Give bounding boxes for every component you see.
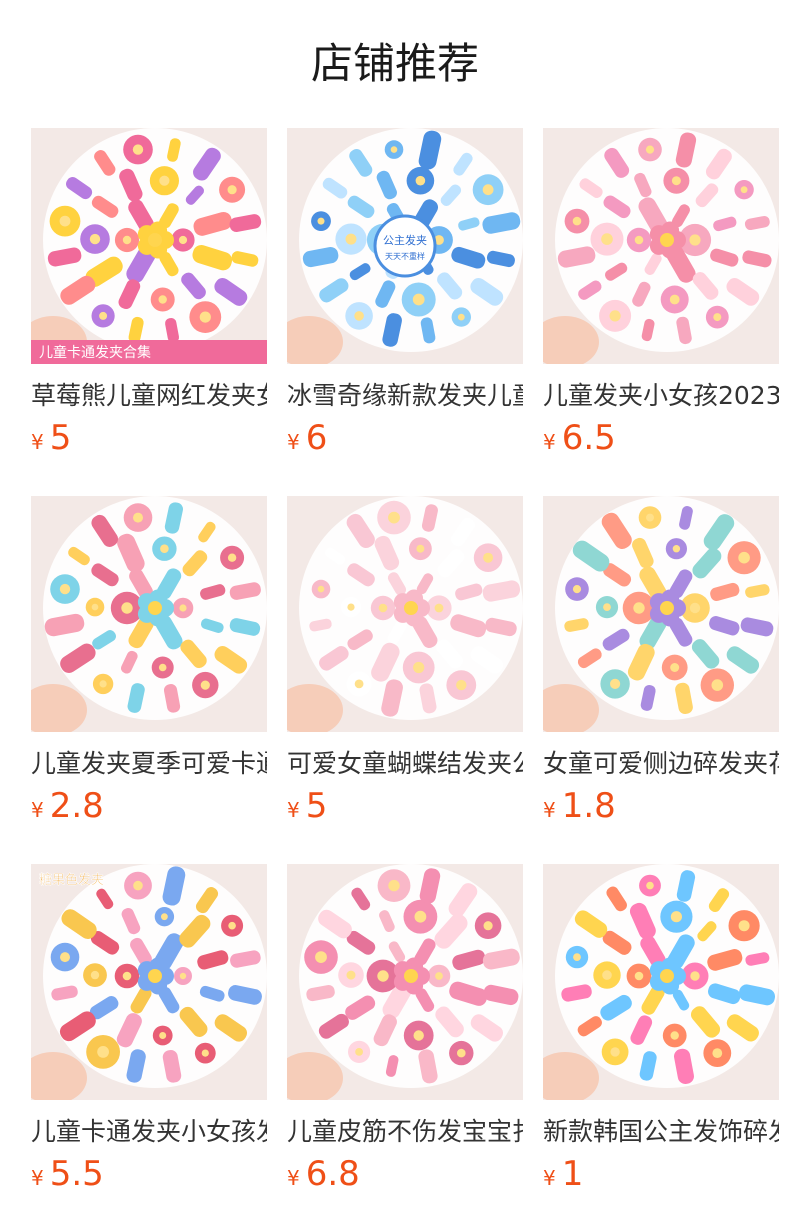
product-price: ¥2.8 bbox=[31, 784, 104, 828]
price-amount: 1 bbox=[561, 1154, 584, 1194]
currency-symbol: ¥ bbox=[31, 430, 44, 454]
product-card[interactable]: 公主发夹天天不重样 冰雪奇缘新款发夹儿童公主 ¥6 bbox=[287, 128, 523, 468]
product-image[interactable] bbox=[287, 496, 523, 732]
product-image-graphic bbox=[287, 496, 523, 732]
product-card[interactable]: 可爱女童蝴蝶结发夹公主 ¥5 bbox=[287, 496, 523, 836]
product-image-graphic bbox=[31, 496, 267, 732]
product-image[interactable]: 儿童卡通发夹合集 bbox=[31, 128, 267, 364]
svg-text:儿童卡通发夹合集: 儿童卡通发夹合集 bbox=[39, 344, 151, 361]
currency-symbol: ¥ bbox=[543, 798, 556, 822]
product-image-graphic bbox=[287, 864, 523, 1100]
product-price: ¥6.8 bbox=[287, 1152, 360, 1196]
product-price: ¥6.5 bbox=[543, 416, 616, 460]
product-title[interactable]: 可爱女童蝴蝶结发夹公主 bbox=[287, 746, 523, 782]
product-title[interactable]: 草莓熊儿童网红发夹女童卡通 bbox=[31, 378, 267, 414]
price-amount: 2.8 bbox=[49, 786, 104, 826]
product-title[interactable]: 儿童发夹夏季可爱卡通碎发夹 bbox=[31, 746, 267, 782]
svg-text:公主发夹: 公主发夹 bbox=[383, 233, 427, 247]
product-price: ¥1 bbox=[543, 1152, 583, 1196]
product-image-graphic bbox=[543, 496, 779, 732]
currency-symbol: ¥ bbox=[31, 1166, 44, 1190]
product-title[interactable]: 儿童卡通发夹小女孩发饰 bbox=[31, 1114, 267, 1150]
product-card[interactable]: 儿童发夹小女孩2023新款 ¥6.5 bbox=[543, 128, 779, 468]
product-title[interactable]: 儿童发夹小女孩2023新款 bbox=[543, 378, 779, 414]
product-image-graphic: 糖果色发夹 bbox=[31, 864, 267, 1100]
product-price: ¥5 bbox=[31, 416, 71, 460]
page-title: 店铺推荐 bbox=[310, 39, 479, 88]
price-amount: 5 bbox=[305, 786, 328, 826]
currency-symbol: ¥ bbox=[287, 1166, 300, 1190]
price-amount: 6.8 bbox=[305, 1154, 360, 1194]
svg-text:糖果色发夹: 糖果色发夹 bbox=[39, 872, 104, 888]
currency-symbol: ¥ bbox=[287, 798, 300, 822]
product-image[interactable]: 公主发夹 天天不重样 bbox=[287, 128, 523, 364]
product-price: ¥6 bbox=[287, 416, 327, 460]
product-card[interactable]: 新款韩国公主发饰碎发夹 ¥1 bbox=[543, 864, 779, 1204]
product-image-graphic bbox=[543, 864, 779, 1100]
product-price: ¥5 bbox=[287, 784, 327, 828]
product-title[interactable]: 冰雪奇缘新款发夹儿童公主 bbox=[287, 378, 523, 414]
product-title[interactable]: 新款韩国公主发饰碎发夹 bbox=[543, 1114, 779, 1150]
currency-symbol: ¥ bbox=[31, 798, 44, 822]
currency-symbol: ¥ bbox=[287, 430, 300, 454]
product-image-graphic bbox=[543, 128, 779, 364]
price-amount: 6.5 bbox=[561, 418, 616, 458]
price-amount: 5.5 bbox=[49, 1154, 104, 1194]
product-title[interactable]: 儿童皮筋不伤发宝宝扎头发 bbox=[287, 1114, 523, 1150]
product-image-graphic: 儿童卡通发夹合集 bbox=[31, 128, 267, 364]
product-card[interactable]: 儿童皮筋不伤发宝宝扎头发 ¥6.8 bbox=[287, 864, 523, 1204]
currency-symbol: ¥ bbox=[543, 430, 556, 454]
product-image[interactable] bbox=[543, 128, 779, 364]
price-amount: 6 bbox=[305, 418, 328, 458]
product-image[interactable] bbox=[543, 864, 779, 1100]
product-image[interactable] bbox=[287, 864, 523, 1100]
price-amount: 5 bbox=[49, 418, 72, 458]
currency-symbol: ¥ bbox=[543, 1166, 556, 1190]
product-image[interactable] bbox=[31, 496, 267, 732]
product-card[interactable]: 糖果色发夹 儿童卡通发夹小女孩发饰 ¥5.5 bbox=[31, 864, 267, 1204]
price-amount: 1.8 bbox=[561, 786, 616, 826]
svg-text:天天不重样: 天天不重样 bbox=[385, 251, 425, 261]
product-card[interactable]: 女童可爱侧边碎发夹花朵 ¥1.8 bbox=[543, 496, 779, 836]
product-image[interactable] bbox=[543, 496, 779, 732]
product-price: ¥5.5 bbox=[31, 1152, 104, 1196]
product-price: ¥1.8 bbox=[543, 784, 616, 828]
product-image-graphic: 公主发夹天天不重样 bbox=[287, 128, 523, 364]
product-image[interactable]: 糖果色发夹 bbox=[31, 864, 267, 1100]
product-title[interactable]: 女童可爱侧边碎发夹花朵 bbox=[543, 746, 779, 782]
product-card[interactable]: 儿童卡通发夹合集 草莓熊儿童网红发夹女童卡通 ¥5 bbox=[31, 128, 267, 468]
product-card[interactable]: 儿童发夹夏季可爱卡通碎发夹 ¥2.8 bbox=[31, 496, 267, 836]
